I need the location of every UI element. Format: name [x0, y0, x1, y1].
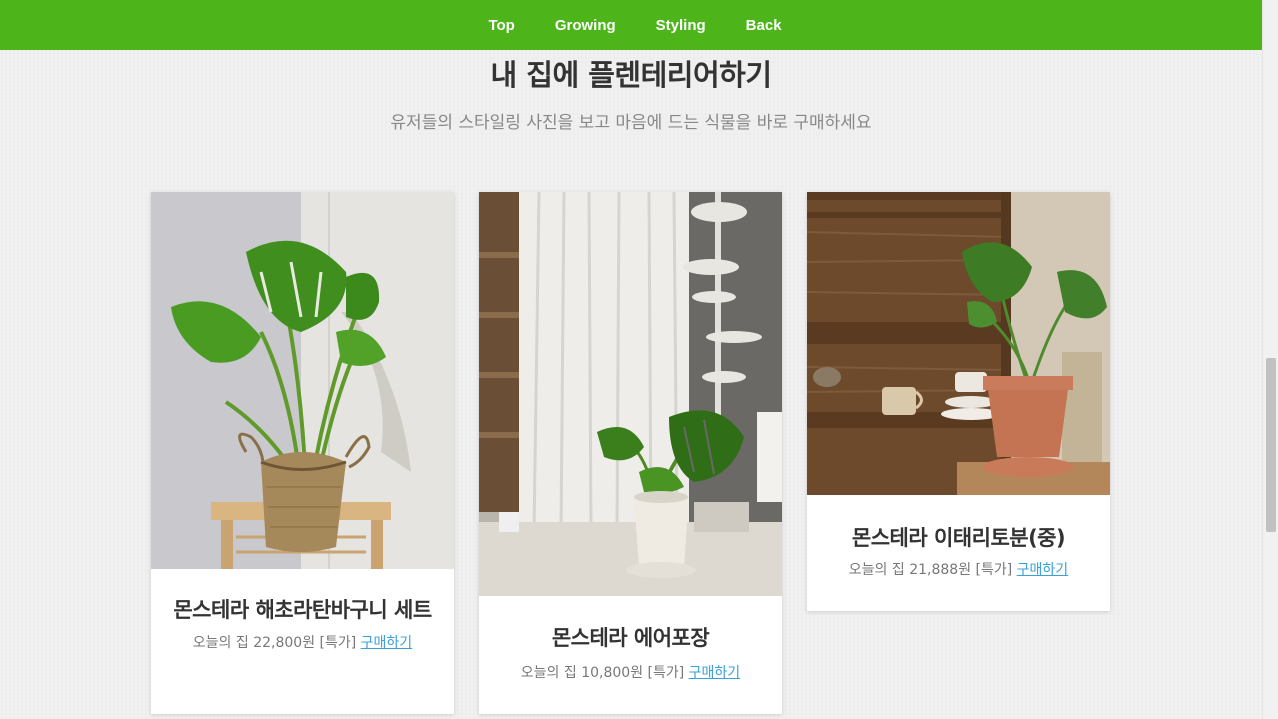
product-meta: 오늘의 집 10,800원 [특가] 구매하기: [497, 662, 764, 682]
product-photo-terracotta-monstera[interactable]: [807, 192, 1110, 495]
product-photo-basket-monstera[interactable]: [151, 192, 454, 569]
product-meta: 오늘의 집 21,888원 [특가] 구매하기: [825, 559, 1092, 579]
price-text: 오늘의 집 10,800원 [특가]: [520, 665, 685, 681]
price-text: 오늘의 집 21,888원 [특가]: [848, 562, 1013, 578]
buy-link[interactable]: 구매하기: [689, 665, 741, 681]
price-text: 오늘의 집 22,800원 [특가]: [192, 635, 357, 651]
product-card: 몬스테라 이태리토분(중) 오늘의 집 21,888원 [특가] 구매하기: [807, 192, 1110, 611]
product-title: 몬스테라 해초라탄바구니 세트: [173, 598, 432, 622]
page-scrollbar[interactable]: [1262, 0, 1278, 719]
nav-link-back[interactable]: Back: [726, 17, 802, 34]
product-meta: 오늘의 집 22,800원 [특가] 구매하기: [169, 632, 436, 652]
nav-link-styling[interactable]: Styling: [636, 17, 726, 34]
nav-link-top[interactable]: Top: [468, 17, 534, 34]
section-title: 내 집에 플렌테리어하기: [490, 58, 773, 92]
product-card: 몬스테라 에어포장 오늘의 집 10,800원 [특가] 구매하기: [479, 192, 782, 714]
buy-link[interactable]: 구매하기: [1017, 562, 1069, 578]
product-title: 몬스테라 이태리토분(중): [851, 526, 1066, 550]
product-card: 몬스테라 해초라탄바구니 세트 오늘의 집 22,800원 [특가] 구매하기: [151, 192, 454, 714]
scrollbar-thumb[interactable]: [1266, 358, 1276, 532]
nav-link-growing[interactable]: Growing: [535, 17, 636, 34]
product-photo-airpack-monstera[interactable]: [479, 192, 782, 596]
top-navbar: Top Growing Styling Back: [0, 0, 1262, 50]
buy-link[interactable]: 구매하기: [361, 635, 413, 651]
product-title: 몬스테라 에어포장: [551, 626, 710, 650]
section-subtitle: 유저들의 스타일링 사진을 보고 마음에 드는 식물을 바로 구매하세요: [390, 113, 872, 133]
